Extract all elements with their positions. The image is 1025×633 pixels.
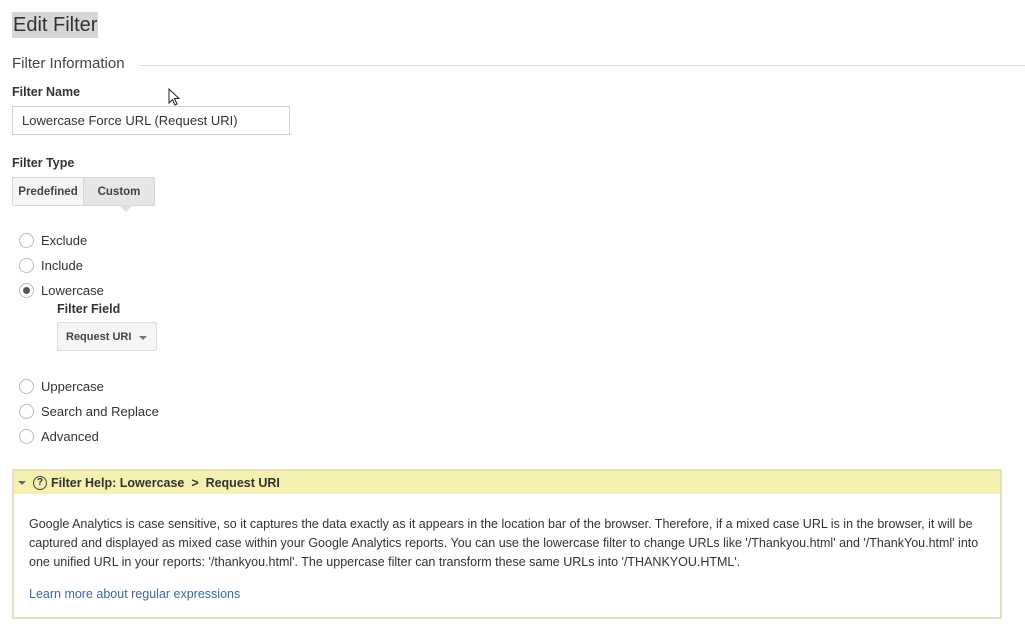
section-header: Filter Information xyxy=(12,53,1025,73)
filter-field-value: Request URI xyxy=(66,330,132,343)
filter-type-toggle: Predefined Custom xyxy=(12,177,155,206)
filter-name-label: Filter Name xyxy=(12,85,81,99)
radio-advanced[interactable]: Advanced xyxy=(19,427,99,445)
radio-dot xyxy=(23,286,30,294)
filter-name-input[interactable] xyxy=(12,106,290,135)
chevron-down-icon xyxy=(139,336,147,340)
radio-lowercase[interactable]: Lowercase xyxy=(19,281,104,299)
radio-include[interactable]: Include xyxy=(19,256,83,274)
radio-button[interactable] xyxy=(19,378,34,394)
page-title: Edit Filter xyxy=(12,12,99,38)
regex-help-link[interactable]: Learn more about regular expressions xyxy=(29,585,985,604)
radio-label: Advanced xyxy=(41,428,99,444)
filter-field-label: Filter Field xyxy=(57,302,121,316)
radio-uppercase[interactable]: Uppercase xyxy=(19,377,104,395)
tab-custom[interactable]: Custom xyxy=(84,177,155,206)
filter-type-label: Filter Type xyxy=(12,156,75,170)
filter-help-body: Google Analytics is case sensitive, so i… xyxy=(14,494,1000,604)
radio-label: Uppercase xyxy=(41,378,104,394)
help-icon: ? xyxy=(33,475,47,490)
section-divider xyxy=(138,64,1025,66)
filter-help-panel: ? Filter Help: Lowercase > Request URI G… xyxy=(12,469,1002,619)
radio-label: Exclude xyxy=(41,232,88,248)
radio-label: Include xyxy=(41,257,83,273)
filter-help-title: Filter Help: Lowercase > Request URI xyxy=(51,475,280,490)
radio-exclude[interactable]: Exclude xyxy=(19,231,87,249)
collapse-caret-icon[interactable] xyxy=(18,480,26,485)
section-title: Filter Information xyxy=(12,54,125,72)
mouse-cursor-icon xyxy=(168,88,181,106)
filter-field-dropdown[interactable]: Request URI xyxy=(57,322,157,351)
radio-label: Search and Replace xyxy=(41,403,159,419)
radio-button[interactable] xyxy=(19,257,34,273)
radio-button-checked[interactable] xyxy=(19,282,34,298)
tab-predefined[interactable]: Predefined xyxy=(12,177,84,206)
filter-help-header[interactable]: ? Filter Help: Lowercase > Request URI xyxy=(14,471,1000,494)
radio-button[interactable] xyxy=(19,232,34,248)
selected-tab-pointer xyxy=(119,205,133,212)
radio-search-and-replace[interactable]: Search and Replace xyxy=(19,402,159,420)
radio-label: Lowercase xyxy=(41,282,104,298)
radio-button[interactable] xyxy=(19,403,34,419)
filter-help-text: Google Analytics is case sensitive, so i… xyxy=(29,517,979,569)
radio-button[interactable] xyxy=(19,428,34,444)
